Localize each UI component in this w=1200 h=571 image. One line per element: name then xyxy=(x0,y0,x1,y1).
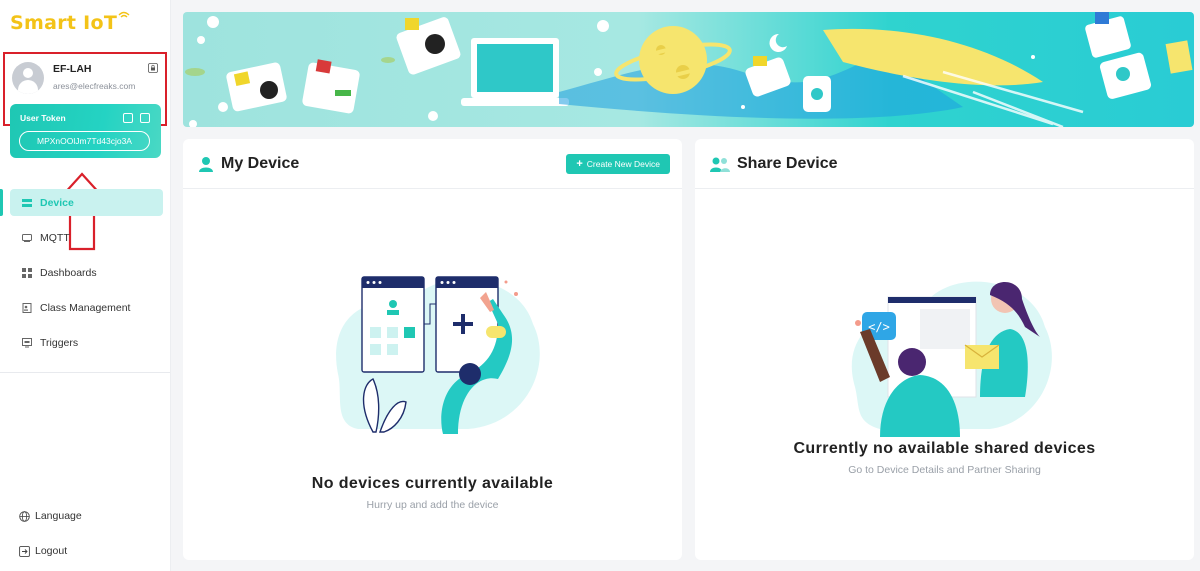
lock-icon[interactable] xyxy=(148,63,158,73)
sidebar-item-class-management[interactable]: Class Management xyxy=(10,294,163,321)
active-indicator xyxy=(0,189,3,216)
user-email: ares@elecfreaks.com xyxy=(53,81,136,91)
svg-text:</>: </> xyxy=(868,320,890,334)
sidebar-item-device[interactable]: Device xyxy=(10,189,163,216)
empty-devices-illustration xyxy=(336,276,540,434)
user-name: EF-LAH xyxy=(53,63,92,75)
share-devices-illustration: </> xyxy=(851,281,1052,437)
share-device-title: Share Device xyxy=(737,154,838,172)
language-label: Language xyxy=(35,510,82,522)
sidebar: Smart IoT EF-LAH ares@elecfreaks.com Use… xyxy=(0,0,171,571)
sidebar-item-label: Dashboards xyxy=(40,266,97,279)
create-new-device-label: Create New Device xyxy=(586,159,660,169)
mqtt-icon xyxy=(22,233,32,242)
copy-icon[interactable] xyxy=(140,113,150,123)
logo-text: Smart IoT xyxy=(10,12,118,34)
my-device-panel: My Device + Create New Device No devices… xyxy=(183,139,682,560)
hero-banner xyxy=(183,12,1194,127)
refresh-icon[interactable] xyxy=(123,113,133,123)
users-icon xyxy=(710,157,730,172)
my-device-title: My Device xyxy=(221,154,300,172)
sidebar-item-label: Class Management xyxy=(40,301,131,314)
empty-shared-subtitle: Go to Device Details and Partner Sharing xyxy=(848,464,1041,476)
sidebar-nav: Device MQTT Dashboards Class Management … xyxy=(10,189,163,364)
user-token-card: User Token MPXnOOlJm7Td43cjo3A xyxy=(10,104,161,158)
empty-shared-title: Currently no available shared devices xyxy=(793,440,1096,457)
sidebar-item-dashboards[interactable]: Dashboards xyxy=(10,259,163,286)
share-device-header: Share Device xyxy=(695,139,1194,189)
device-icon xyxy=(22,198,32,207)
triggers-icon xyxy=(22,337,32,347)
sidebar-item-triggers[interactable]: Triggers xyxy=(10,329,163,356)
logo[interactable]: Smart IoT xyxy=(10,11,130,34)
sidebar-item-label: Triggers xyxy=(40,336,79,349)
my-device-header: My Device + Create New Device xyxy=(183,139,682,189)
logout-button[interactable]: Logout xyxy=(19,545,67,557)
token-value[interactable]: MPXnOOlJm7Td43cjo3A xyxy=(19,131,150,151)
empty-devices-subtitle: Hurry up and add the device xyxy=(366,499,499,511)
user-icon xyxy=(199,156,213,172)
dashboards-icon xyxy=(22,267,32,278)
sidebar-divider xyxy=(0,372,170,373)
sidebar-item-label: MQTT xyxy=(40,231,70,244)
sidebar-item-label: Device xyxy=(40,196,74,209)
empty-devices-title: No devices currently available xyxy=(311,475,554,492)
wifi-icon xyxy=(118,11,130,18)
sidebar-item-mqtt[interactable]: MQTT xyxy=(10,224,163,251)
language-button[interactable]: Language xyxy=(19,510,82,522)
globe-icon xyxy=(19,510,30,522)
create-new-device-button[interactable]: + Create New Device xyxy=(566,154,670,174)
banner-illustration xyxy=(185,12,1193,127)
logout-icon xyxy=(19,545,30,557)
token-label: User Token xyxy=(20,113,66,123)
logout-label: Logout xyxy=(35,545,68,557)
plus-icon: + xyxy=(576,158,583,170)
share-device-panel: Share Device </> Currently no available … xyxy=(695,139,1194,560)
avatar[interactable] xyxy=(12,62,44,94)
class-icon xyxy=(22,302,32,313)
